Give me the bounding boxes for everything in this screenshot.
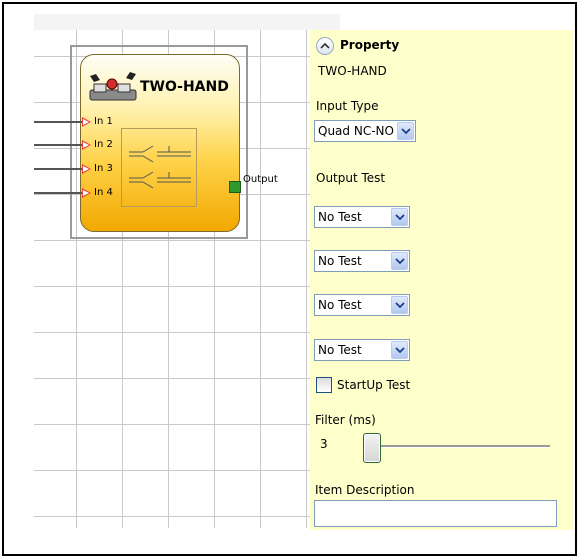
- chevron-up-icon: [320, 42, 330, 49]
- output-test-label: Output Test: [316, 171, 386, 185]
- filter-slider-track[interactable]: [366, 445, 550, 448]
- input-wire-1: [34, 121, 88, 123]
- dropdown-button[interactable]: [391, 208, 408, 226]
- block-title: TWO-HAND: [140, 79, 229, 95]
- input-label-4: In 4: [94, 187, 113, 198]
- output-test-select-4[interactable]: No Test: [314, 339, 410, 361]
- input-type-select[interactable]: Quad NC-NO: [314, 120, 416, 142]
- output-test-value-2: No Test: [318, 254, 362, 268]
- contacts-schematic-icon: [129, 145, 191, 189]
- dropdown-button[interactable]: [397, 122, 414, 140]
- chevron-down-icon: [401, 128, 411, 135]
- dropdown-button[interactable]: [391, 341, 408, 359]
- dropdown-button[interactable]: [391, 296, 408, 314]
- input-port-3[interactable]: [82, 164, 91, 174]
- input-port-2[interactable]: [82, 140, 91, 150]
- filter-slider-thumb[interactable]: [363, 433, 381, 463]
- input-wire-2: [34, 144, 88, 146]
- chevron-down-icon: [395, 347, 405, 354]
- input-wire-4: [34, 192, 88, 194]
- collapse-button[interactable]: [316, 37, 334, 55]
- output-label: Output: [243, 174, 278, 185]
- filter-value: 3: [320, 437, 328, 451]
- input-type-value: Quad NC-NO: [318, 124, 394, 138]
- input-port-4[interactable]: [82, 188, 91, 198]
- chevron-down-icon: [395, 302, 405, 309]
- input-type-label: Input Type: [316, 99, 379, 113]
- startup-test-label: StartUp Test: [337, 378, 411, 392]
- chevron-down-icon: [395, 214, 405, 221]
- output-test-value-1: No Test: [318, 210, 362, 224]
- input-label-1: In 1: [94, 116, 113, 127]
- filter-label: Filter (ms): [315, 413, 376, 427]
- output-test-select-2[interactable]: No Test: [314, 250, 410, 272]
- input-port-1[interactable]: [82, 117, 91, 127]
- chevron-down-icon: [395, 258, 405, 265]
- item-description-input[interactable]: [314, 500, 557, 527]
- input-wire-3: [34, 168, 88, 170]
- output-test-value-3: No Test: [318, 298, 362, 312]
- output-port[interactable]: [229, 181, 241, 193]
- panel-subtitle: TWO-HAND: [318, 64, 387, 78]
- two-hand-switch-icon: [89, 72, 137, 101]
- startup-test-checkbox[interactable]: [316, 377, 332, 393]
- output-test-value-4: No Test: [318, 343, 362, 357]
- dropdown-button[interactable]: [391, 252, 408, 270]
- output-test-select-3[interactable]: No Test: [314, 294, 410, 316]
- input-label-3: In 3: [94, 163, 113, 174]
- item-description-label: Item Description: [315, 483, 415, 497]
- input-label-2: In 2: [94, 139, 113, 150]
- canvas-top-strip: [34, 14, 340, 30]
- panel-title: Property: [340, 38, 400, 52]
- output-test-select-1[interactable]: No Test: [314, 206, 410, 228]
